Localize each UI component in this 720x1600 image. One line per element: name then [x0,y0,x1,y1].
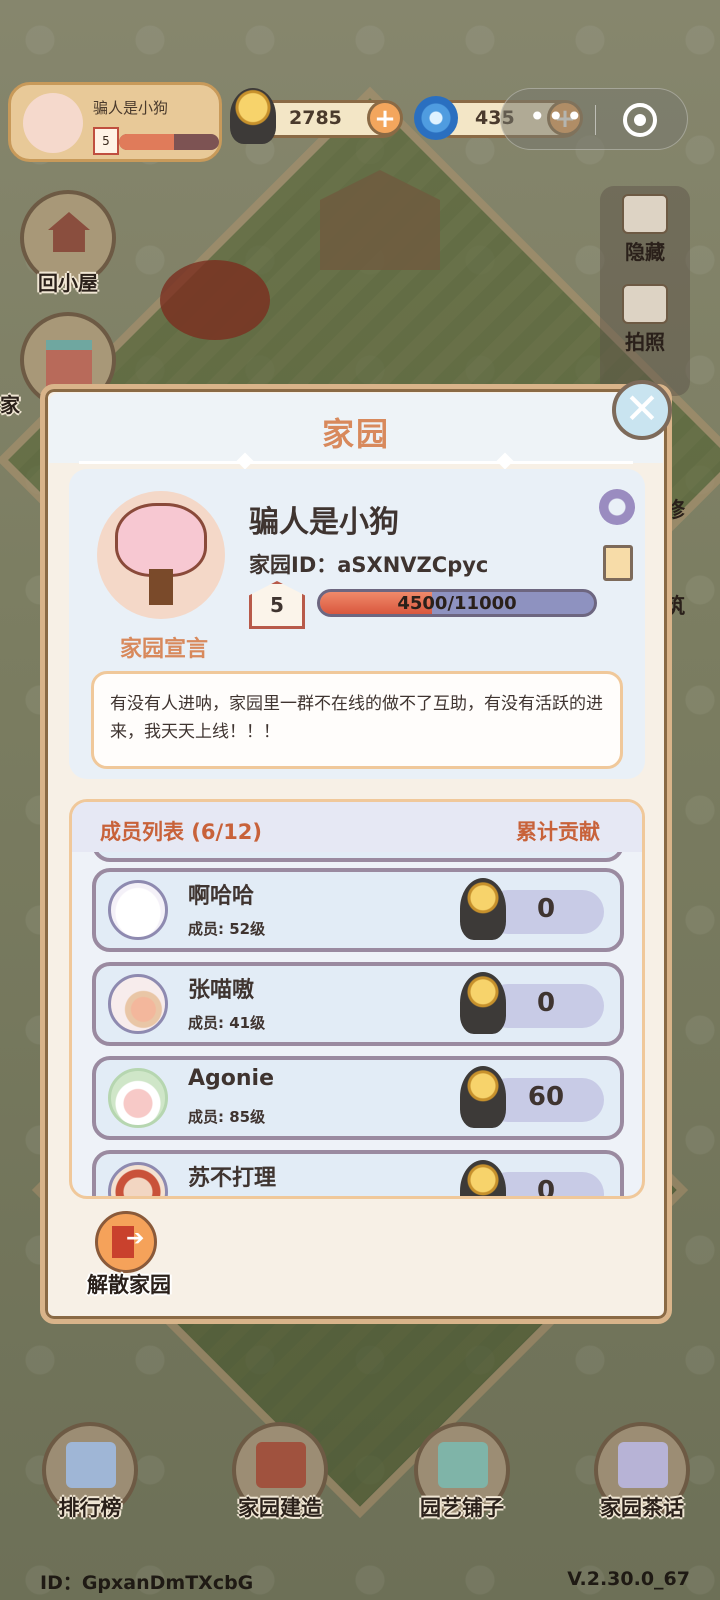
member-row[interactable]: 苏不打理 0 [92,1150,624,1196]
member-rank: 成员: 41级 [188,1014,266,1032]
swirl-currency-icon [414,96,458,140]
player-level-bar [119,134,219,150]
member-avatar [108,1162,168,1196]
player-level-fill [119,134,174,150]
members-panel: 成员列表 (6/12) 累计贡献 啊哈哈 成员: 52级 0 张喵嗷 成员: 4… [69,799,645,1199]
member-name: 苏不打理 [188,1166,277,1191]
player-id: ID：GpxanDmTXcbG [40,1572,254,1594]
member-avatar [108,1068,168,1128]
house-icon [48,212,90,252]
podium-icon [66,1442,116,1488]
go-home-label: 回小屋 [38,271,98,295]
modal-header: 家园 [49,393,663,470]
miniprogram-capsule: ••• [500,88,688,150]
copy-id-icon[interactable] [598,540,633,581]
home-level: 5 [270,593,284,617]
garden-shop-label: 园艺铺子 [420,1496,504,1520]
homeland-modal: 家园 家园宣言 骗人是小狗 家园ID：aSXNVZCpyc 5 4500/110… [40,384,672,1324]
snail-coin-icon [230,88,276,144]
exit-door-icon [95,1211,157,1273]
player-level-badge: 5 [93,127,119,155]
right-tool-panel: 隐藏 拍照 [600,186,690,396]
member-name: 啊哈哈 [188,884,255,909]
divider-gem [236,452,254,470]
ranking-label: 排行榜 [58,1496,122,1520]
home-exp-bar: 4500/11000 [317,589,597,617]
maple-tree-art [160,260,270,340]
dissolve-home-button[interactable]: 解散家园 [73,1211,183,1307]
home-build-label: 家园建造 [238,1496,322,1520]
go-home-button[interactable]: 回小屋 [20,190,116,295]
home-build-button[interactable]: 家园建造 [232,1422,328,1520]
header-divider [79,452,633,470]
player-profile-card[interactable]: 骗人是小狗 5 [8,82,222,162]
member-row[interactable]: Agonie 成员: 85级 60 [92,1056,624,1140]
camera-icon [622,284,668,324]
hide-label: 隐藏 [625,240,665,264]
member-contribution: 0 [536,894,556,924]
member-avatar [108,880,168,940]
gift-icon [46,340,92,390]
hide-ui-button[interactable]: 隐藏 [600,186,690,266]
hide-frame-icon [622,194,668,234]
player-name: 骗人是小狗 [93,99,169,117]
member-rank: 成员: 52级 [188,920,266,938]
close-miniprogram-icon[interactable] [623,103,657,137]
add-coins-button[interactable]: + [367,100,403,136]
contribution-header: 累计贡献 [516,820,600,844]
members-header: 成员列表 (6/12) 累计贡献 [72,802,642,852]
tree-trunk [149,569,173,605]
member-rank: 成员: 85级 [188,1108,266,1126]
photo-button[interactable]: 拍照 [600,276,690,356]
member-avatar [108,974,168,1034]
more-menu-icon[interactable]: ••• [529,103,585,131]
player-avatar [23,93,83,153]
close-modal-button[interactable]: ✕ [612,380,672,440]
modal-title: 家园 [321,415,390,453]
member-contribution: 0 [536,1176,556,1196]
garden-shop-button[interactable]: 园艺铺子 [414,1422,510,1520]
home-name: 骗人是小狗 [249,505,399,540]
member-row[interactable]: 啊哈哈 成员: 52级 0 [92,868,624,952]
settings-gear-icon[interactable] [599,489,635,525]
members-title: 成员列表 (6/12) [100,820,263,844]
home-info-card: 家园宣言 骗人是小狗 家园ID：aSXNVZCpyc 5 4500/11000 … [69,469,645,779]
dissolve-home-label: 解散家园 [87,1273,171,1297]
tea-talk-label: 家园茶话 [600,1496,684,1520]
member-list[interactable]: 啊哈哈 成员: 52级 0 张喵嗷 成员: 41级 0 Agonie 成员: 8… [72,852,642,1196]
home-exp-text: 4500/11000 [397,593,517,614]
chat-bubbles-icon [618,1442,668,1488]
capsule-divider [595,105,596,135]
manifesto-label: 家园宣言 [119,637,208,662]
flower-basket-icon [438,1442,488,1488]
manifesto-text[interactable]: 有没有人进呐，家园里一群不在线的做不了互助，有没有活跃的进来，我天天上线！！！ [91,671,623,769]
bricks-trowel-icon [256,1442,306,1488]
home-avatar [97,491,225,619]
member-row[interactable]: 张喵嗷 成员: 41级 0 [92,962,624,1046]
divider-gem [496,452,514,470]
member-contribution: 60 [527,1082,565,1112]
game-version: V.2.30.0_67 [567,1568,690,1590]
photo-label: 拍照 [625,330,665,354]
member-name: 张喵嗷 [188,978,255,1003]
member-contribution: 0 [536,988,556,1018]
member-name: Agonie [188,1066,275,1091]
coin-value: 2785 [289,107,342,129]
cherry-tree-icon [115,503,207,577]
ranking-button[interactable]: 排行榜 [42,1422,138,1520]
tea-talk-button[interactable]: 家园茶话 [594,1422,690,1520]
member-row-partial [92,852,624,862]
home-id: 家园ID：aSXNVZCpyc [249,553,489,577]
